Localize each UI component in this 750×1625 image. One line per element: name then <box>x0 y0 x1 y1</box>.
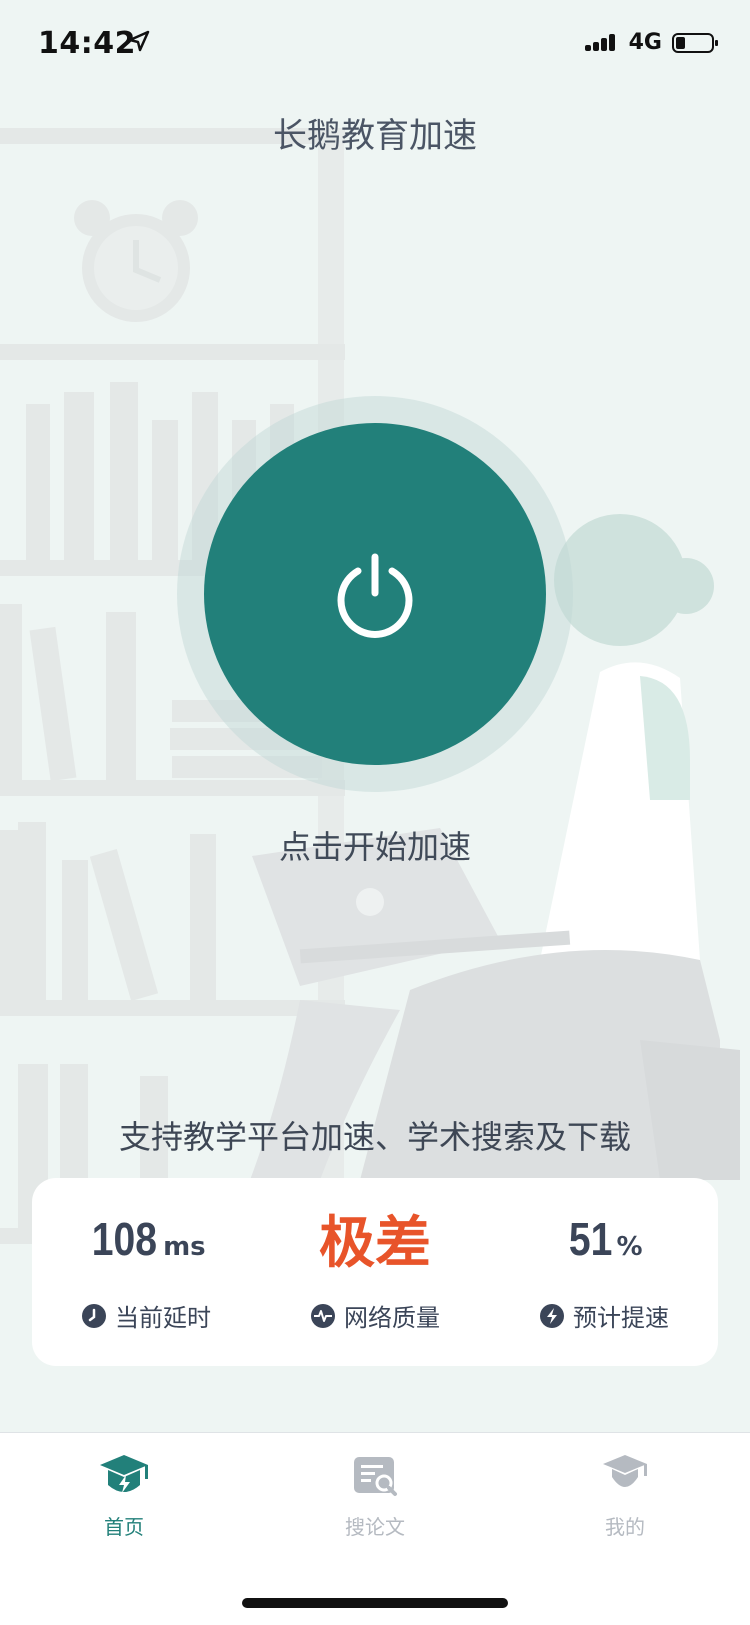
background-illustration <box>0 128 740 1244</box>
tab-profile[interactable]: 我的 <box>545 1453 705 1540</box>
speedup-stat: 51% 预计提速 <box>490 1178 718 1366</box>
graduate-avatar-icon <box>603 1455 647 1487</box>
support-description: 支持教学平台加速、学术搜索及下载 <box>118 1118 631 1156</box>
latency-label-row: 当前延时 <box>32 1298 260 1333</box>
power-button[interactable] <box>204 423 546 765</box>
start-acceleration-label: 点击开始加速 <box>278 828 471 866</box>
pulse-icon <box>311 1303 335 1328</box>
bolt-icon <box>540 1303 564 1328</box>
graduation-cap-bolt-icon <box>100 1455 148 1493</box>
status-right: 4G <box>584 30 720 55</box>
speedup-value: 51% <box>569 1213 643 1265</box>
page-title: 长鹅教育加速 <box>273 116 477 156</box>
signal-icon <box>584 33 615 51</box>
latency-stat: 108 ms 当前延时 <box>32 1178 260 1366</box>
tab-search-papers[interactable]: 搜论文 <box>295 1453 455 1540</box>
paper-search-icon <box>354 1457 397 1496</box>
location-arrow-icon <box>128 30 150 52</box>
stats-card: 108 ms 当前延时 极差 网络质量 51% 预计提速 <box>32 1178 718 1366</box>
battery-icon <box>672 32 718 53</box>
tab-search-papers-label: 搜论文 <box>345 1515 405 1539</box>
tab-home-label: 首页 <box>104 1515 144 1539</box>
latency-value: 108 ms <box>92 1213 206 1265</box>
quality-stat: 极差 网络质量 <box>261 1178 489 1366</box>
speedup-label: 预计提速 <box>573 1304 669 1332</box>
latency-label: 当前延时 <box>115 1304 211 1332</box>
tab-home[interactable]: 首页 <box>44 1453 204 1540</box>
quality-label: 网络质量 <box>344 1304 440 1332</box>
speedup-label-row: 预计提速 <box>490 1298 718 1333</box>
network-type: 4G <box>628 30 662 55</box>
quality-value: 极差 <box>319 1211 431 1276</box>
clock-icon <box>82 1303 106 1328</box>
status-time: 14:42 <box>38 26 136 61</box>
home-indicator <box>242 1598 508 1608</box>
power-icon <box>337 553 413 638</box>
quality-label-row: 网络质量 <box>261 1298 489 1333</box>
tab-profile-label: 我的 <box>605 1515 645 1539</box>
tab-bar: 首页 搜论文 我的 <box>0 1432 750 1625</box>
